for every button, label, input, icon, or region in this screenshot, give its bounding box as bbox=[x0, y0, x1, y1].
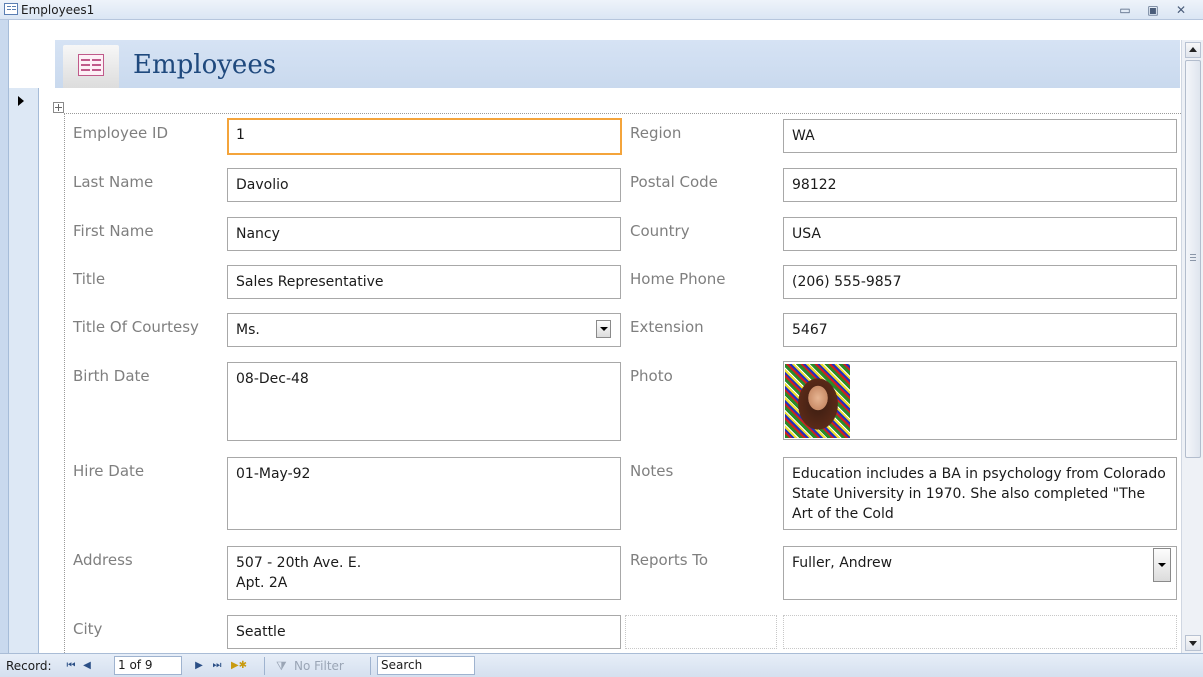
photo-label: Photo bbox=[630, 367, 673, 385]
empty-layout-cell bbox=[783, 615, 1177, 649]
reports-to-combo[interactable]: Fuller, Andrew bbox=[783, 546, 1177, 600]
city-field[interactable]: Seattle bbox=[227, 615, 621, 649]
nav-separator bbox=[370, 657, 371, 675]
form-title: Employees bbox=[133, 50, 277, 80]
filter-icon[interactable]: ⧩ bbox=[276, 658, 287, 674]
city-label: City bbox=[73, 620, 103, 638]
scroll-thumb[interactable] bbox=[1185, 60, 1201, 458]
employee-id-field[interactable]: 1 bbox=[227, 118, 622, 155]
last-record-icon[interactable]: ⏭ bbox=[210, 658, 224, 674]
extension-field[interactable]: 5467 bbox=[783, 313, 1177, 347]
new-record-icon[interactable]: ▶✱ bbox=[226, 658, 252, 674]
layout-border-top bbox=[64, 113, 1181, 114]
title-label: Title bbox=[73, 270, 106, 288]
scroll-down-icon[interactable] bbox=[1185, 635, 1201, 651]
postal-code-label: Postal Code bbox=[630, 173, 718, 191]
current-record-arrow-icon bbox=[18, 96, 24, 106]
layout-move-handle-icon[interactable] bbox=[53, 102, 64, 113]
layout-border-left bbox=[64, 113, 65, 653]
last-name-field[interactable]: Davolio bbox=[227, 168, 621, 202]
chevron-down-icon[interactable] bbox=[596, 320, 611, 338]
title-of-courtesy-combo[interactable]: Ms. bbox=[227, 313, 621, 347]
restore-icon[interactable]: ▣ bbox=[1142, 2, 1164, 18]
hire-date-field[interactable]: 01-May-92 bbox=[227, 457, 621, 530]
hire-date-label: Hire Date bbox=[73, 462, 145, 480]
employee-photo bbox=[785, 364, 850, 438]
notes-field[interactable]: Education includes a BA in psychology fr… bbox=[783, 457, 1177, 530]
reports-to-label: Reports To bbox=[630, 551, 709, 569]
nav-separator bbox=[264, 657, 265, 675]
title-of-courtesy-label: Title Of Courtesy bbox=[73, 318, 199, 336]
current-record-box[interactable]: 1 of 9 bbox=[114, 656, 182, 675]
next-record-icon[interactable]: ▶ bbox=[192, 658, 206, 674]
record-label: Record: bbox=[6, 659, 52, 673]
minimize-icon[interactable]: ▭ bbox=[1114, 2, 1136, 18]
first-record-icon[interactable]: ⏮ bbox=[64, 658, 78, 674]
left-frame bbox=[0, 20, 9, 653]
address-field[interactable]: 507 - 20th Ave. E. Apt. 2A bbox=[227, 546, 621, 600]
form-icon bbox=[63, 45, 119, 89]
chevron-down-icon[interactable] bbox=[1153, 548, 1171, 582]
region-label: Region bbox=[630, 124, 682, 142]
extension-label: Extension bbox=[630, 318, 704, 336]
window-title: Employees1 bbox=[21, 3, 95, 17]
notes-label: Notes bbox=[630, 462, 674, 480]
no-filter-label[interactable]: No Filter bbox=[294, 658, 344, 674]
birth-date-field[interactable]: 08-Dec-48 bbox=[227, 362, 621, 441]
employee-id-label: Employee ID bbox=[73, 124, 169, 142]
record-selector[interactable] bbox=[9, 88, 39, 653]
country-label: Country bbox=[630, 222, 690, 240]
record-navigation-bar: Record: ⏮ ◀ 1 of 9 ▶ ⏭ ▶✱ ⧩ No Filter Se… bbox=[0, 653, 1203, 677]
first-name-label: First Name bbox=[73, 222, 154, 240]
scroll-up-icon[interactable] bbox=[1185, 42, 1201, 58]
form-window-icon bbox=[4, 3, 18, 15]
home-phone-label: Home Phone bbox=[630, 270, 726, 288]
search-input[interactable]: Search bbox=[377, 656, 475, 675]
last-name-label: Last Name bbox=[73, 173, 154, 191]
empty-layout-cell bbox=[625, 615, 777, 649]
birth-date-label: Birth Date bbox=[73, 367, 150, 385]
region-field[interactable]: WA bbox=[783, 119, 1177, 153]
home-phone-field[interactable]: (206) 555-9857 bbox=[783, 265, 1177, 299]
window-titlebar: Employees1 ▭ ▣ ✕ bbox=[0, 0, 1203, 20]
first-name-field[interactable]: Nancy bbox=[227, 217, 621, 251]
address-label: Address bbox=[73, 551, 133, 569]
previous-record-icon[interactable]: ◀ bbox=[80, 658, 94, 674]
close-icon[interactable]: ✕ bbox=[1170, 2, 1192, 18]
title-field[interactable]: Sales Representative bbox=[227, 265, 621, 299]
postal-code-field[interactable]: 98122 bbox=[783, 168, 1177, 202]
country-field[interactable]: USA bbox=[783, 217, 1177, 251]
vertical-scrollbar[interactable] bbox=[1181, 40, 1203, 653]
